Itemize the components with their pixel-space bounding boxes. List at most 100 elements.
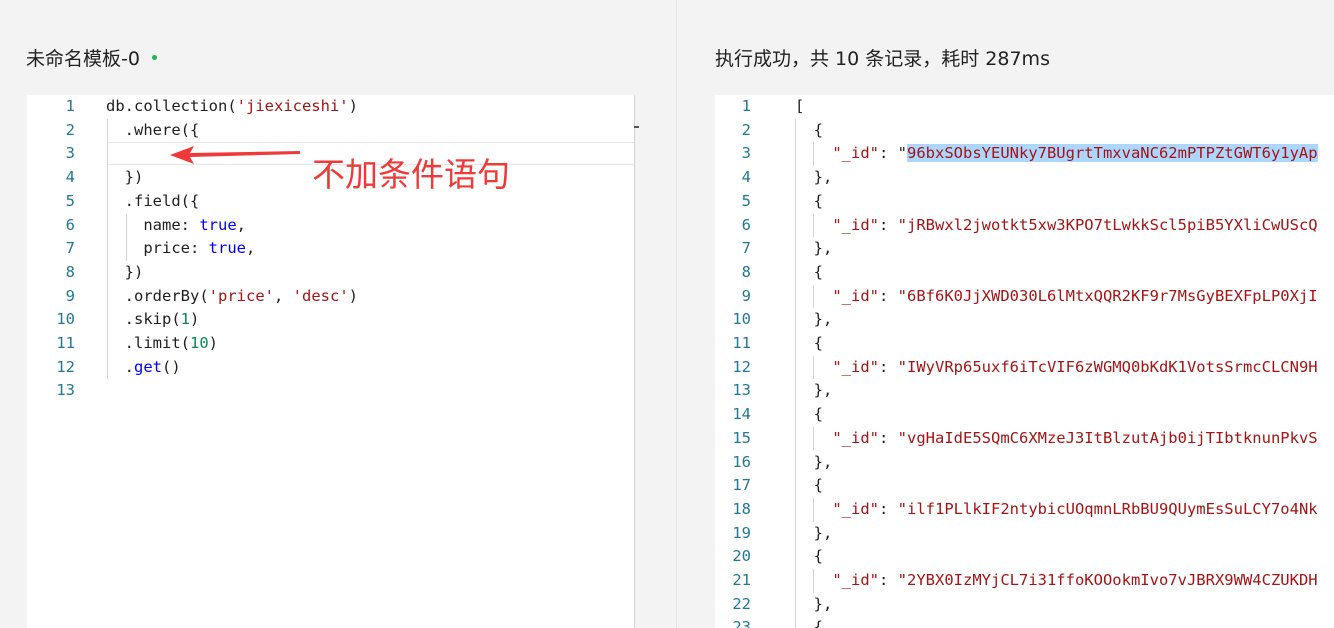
code-text: .where({: [106, 120, 200, 139]
code-line[interactable]: 2 .where({: [27, 119, 634, 143]
line-number: 8: [65, 262, 75, 281]
line-number: 13: [56, 381, 75, 400]
line-number: 13: [732, 381, 751, 400]
line-number: 11: [732, 334, 751, 352]
line-number: 18: [732, 499, 751, 518]
result-status: 执行成功，共 10 条记录，耗时 287ms: [715, 48, 1050, 70]
line-number: 22: [732, 594, 751, 613]
unsaved-indicator-dot: [151, 55, 157, 60]
code-text: }): [106, 262, 144, 281]
code-line[interactable]: 7 },: [715, 237, 1334, 261]
annotation-arrow-icon: [170, 146, 300, 164]
code-line[interactable]: 6 name: true,: [27, 214, 634, 238]
line-number: 5: [65, 191, 75, 210]
code-text: "_id": "vgHaIdE5SQmC6XMzeJ3ItBlzutAjb0ij…: [832, 428, 1318, 447]
code-text: },: [795, 594, 833, 613]
line-number: 8: [741, 262, 751, 281]
code-text: {: [795, 262, 823, 281]
query-editor-pane: 未命名模板-0 1 db.collection('jiexiceshi') 2 .w…: [0, 0, 676, 628]
code-text: {: [795, 618, 823, 628]
code-line[interactable]: 1 db.collection('jiexiceshi'): [27, 95, 634, 119]
code-text: "_id": "6Bf6K0JjXWD030L6lMtxQQR2KF9r7MsG…: [832, 286, 1318, 305]
code-text: },: [795, 239, 833, 258]
code-text: }): [106, 168, 144, 187]
line-number: 9: [65, 286, 75, 305]
line-number: 10: [732, 310, 751, 329]
code-line[interactable]: 14 {: [715, 403, 1334, 427]
code-text: {: [795, 547, 823, 566]
code-line[interactable]: 8 {: [715, 261, 1334, 285]
line-number: 12: [56, 357, 75, 376]
code-line[interactable]: 13 },: [715, 379, 1334, 403]
code-text: {: [795, 191, 823, 210]
code-line[interactable]: 15 "_id": "vgHaIdE5SQmC6XMzeJ3ItBlzutAjb…: [715, 427, 1334, 451]
line-number: 11: [56, 334, 75, 352]
code-text: {: [795, 120, 823, 139]
code-line[interactable]: 23 {: [715, 616, 1334, 628]
code-text: {: [795, 476, 823, 495]
code-line[interactable]: 6 "_id": "jRBwxl2jwotkt5xw3KPO7tLwkkScl5…: [715, 214, 1334, 238]
code-line[interactable]: 11 {: [715, 332, 1334, 356]
code-text: .orderBy('price', 'desc'): [106, 286, 358, 305]
code-line[interactable]: 21 "_id": "2YBX0IzMYjCL7i31ffoKOOokmIvo7…: [715, 569, 1334, 593]
line-number: 2: [741, 120, 751, 139]
code-text: name: true,: [106, 215, 246, 234]
code-line[interactable]: 20 {: [715, 545, 1334, 569]
line-number: 20: [732, 547, 751, 566]
code-line[interactable]: 22 },: [715, 593, 1334, 617]
line-number: 15: [732, 428, 751, 447]
code-text: .field({: [106, 191, 200, 210]
code-text: },: [795, 168, 833, 187]
code-line[interactable]: 9 "_id": "6Bf6K0JjXWD030L6lMtxQQR2KF9r7M…: [715, 285, 1334, 309]
line-number: 19: [732, 523, 751, 542]
code-text: .limit(10): [106, 334, 219, 352]
line-number: 7: [65, 239, 75, 258]
code-text: [: [795, 97, 805, 115]
code-text: },: [795, 381, 833, 400]
line-number: 12: [732, 357, 751, 376]
line-number: 6: [741, 215, 751, 234]
line-number: 6: [65, 215, 75, 234]
code-line[interactable]: 9 .orderBy('price', 'desc'): [27, 285, 634, 309]
code-text: {: [795, 334, 823, 352]
code-line[interactable]: 2 {: [715, 119, 1334, 143]
code-text: .skip(1): [106, 310, 200, 329]
code-line[interactable]: 10 },: [715, 308, 1334, 332]
annotation-text: 不加条件语句: [312, 155, 510, 194]
line-number: 16: [732, 452, 751, 471]
line-number: 7: [741, 239, 751, 258]
code-line[interactable]: 7 price: true,: [27, 237, 634, 261]
code-line[interactable]: 12 .get(): [27, 356, 634, 380]
code-line[interactable]: 17 {: [715, 474, 1334, 498]
template-title: 未命名模板-0: [26, 44, 157, 71]
line-number: 5: [741, 191, 751, 210]
result-viewer[interactable]: 1[2 {3 "_id": "96bxSObsYEUNky7BUgrtTmxva…: [715, 95, 1334, 628]
code-line[interactable]: 10 .skip(1): [27, 308, 634, 332]
code-text: price: true,: [106, 239, 256, 258]
code-line[interactable]: 3 "_id": "96bxSObsYEUNky7BUgrtTmxvaNC62m…: [715, 142, 1334, 166]
code-line[interactable]: 19 },: [715, 522, 1334, 546]
code-line[interactable]: 12 "_id": "IWyVRp65uxf6iTcVIF6zWGMQ0bKdK…: [715, 356, 1334, 380]
code-line[interactable]: 13: [27, 379, 634, 403]
code-line[interactable]: 18 "_id": "ilf1PLlkIF2ntybicUOqmnLRbBU9Q…: [715, 498, 1334, 522]
code-text: "_id": "96bxSObsYEUNky7BUgrtTmxvaNC62mPT…: [832, 144, 1318, 163]
line-number: 3: [65, 144, 75, 163]
code-line[interactable]: 16 },: [715, 451, 1334, 475]
line-number: 1: [65, 97, 75, 115]
line-number: 4: [65, 168, 75, 187]
code-text: "_id": "2YBX0IzMYjCL7i31ffoKOOokmIvo7vJB…: [832, 571, 1318, 589]
code-line[interactable]: 1[: [715, 95, 1334, 119]
code-line[interactable]: 4 },: [715, 166, 1334, 190]
code-line[interactable]: 8 }): [27, 261, 634, 285]
line-number: 17: [732, 476, 751, 495]
code-text: },: [795, 523, 833, 542]
line-number: 2: [65, 120, 75, 139]
scroll-marker: [634, 126, 639, 128]
code-line[interactable]: 11 .limit(10): [27, 332, 634, 356]
template-name: 未命名模板-0: [26, 48, 140, 70]
code-text: "_id": "jRBwxl2jwotkt5xw3KPO7tLwkkScl5pi…: [832, 215, 1318, 234]
code-text: },: [795, 310, 833, 329]
code-text: },: [795, 452, 833, 471]
code-line[interactable]: 5 {: [715, 190, 1334, 214]
line-number: 3: [741, 144, 751, 163]
